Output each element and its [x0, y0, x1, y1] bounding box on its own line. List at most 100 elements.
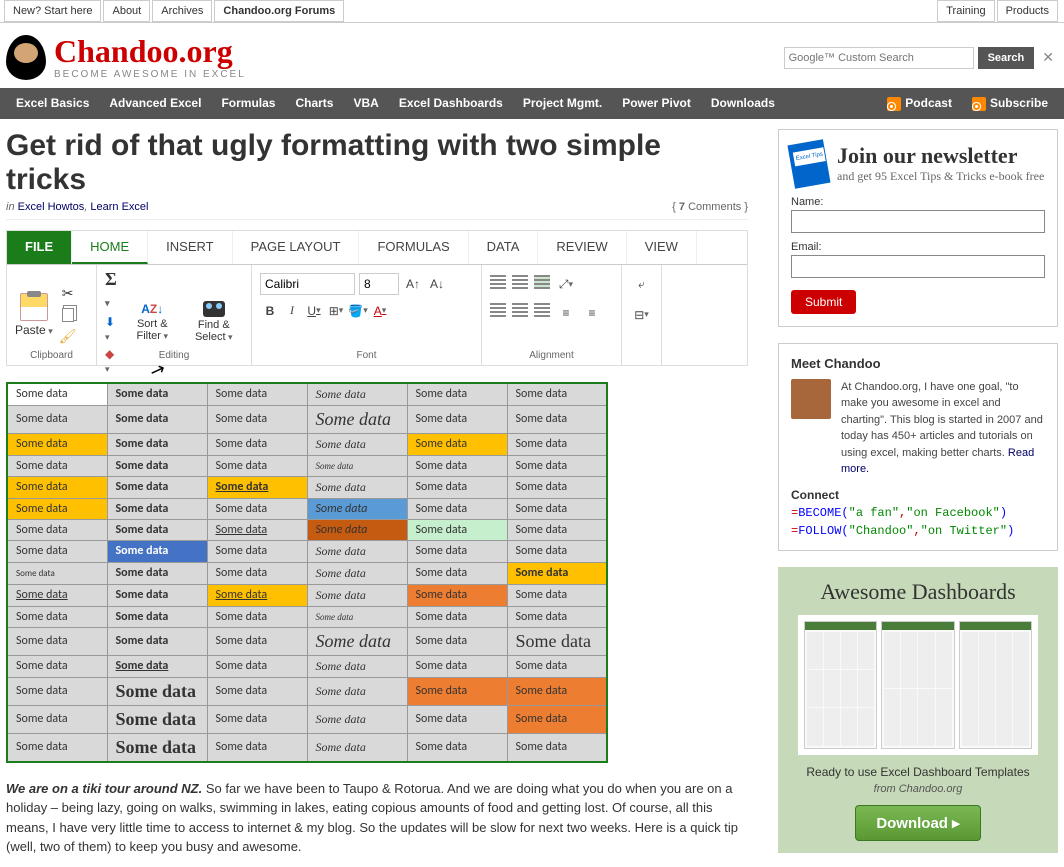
topnav-archives[interactable]: Archives [152, 0, 212, 22]
ribbon-tab-data[interactable]: DATA [469, 231, 539, 264]
dashboards-widget: Awesome Dashboards Ready to use Excel Da… [778, 567, 1058, 853]
search-input[interactable] [784, 47, 974, 69]
meet-chandoo-widget: Meet Chandoo At Chandoo.org, I have one … [778, 343, 1058, 551]
dash-title: Awesome Dashboards [788, 579, 1048, 605]
cat-howtos[interactable]: Excel Howtos [18, 201, 85, 213]
nav-dashboards[interactable]: Excel Dashboards [389, 88, 513, 119]
header: Chandoo.org BECOME AWESOME IN EXCEL Sear… [0, 23, 1064, 88]
indent-decrease-icon[interactable]: ≡ [556, 303, 576, 323]
logo-area[interactable]: Chandoo.org BECOME AWESOME IN EXCEL [6, 35, 246, 80]
nav-charts[interactable]: Charts [285, 88, 343, 119]
nav-formulas[interactable]: Formulas [211, 88, 285, 119]
twitter-link[interactable]: =FOLLOW("Chandoo","on Twitter") [791, 524, 1045, 538]
autosum-icon[interactable]: Σ [105, 269, 120, 311]
underline-button[interactable]: U [304, 301, 324, 321]
dash-preview [798, 615, 1038, 755]
podcast-icon [887, 97, 901, 111]
grid-cell[interactable]: Some data [7, 383, 107, 406]
font-label: Font [252, 348, 481, 363]
ribbon-tabs: FILE HOME INSERT PAGE LAYOUT FORMULAS DA… [7, 231, 747, 265]
align-center-icon[interactable] [512, 303, 528, 317]
italic-button[interactable]: I [282, 301, 302, 321]
excel-grid[interactable]: Some dataSome dataSome dataSome dataSome… [6, 382, 608, 763]
ribbon-tab-view[interactable]: VIEW [627, 231, 697, 264]
book-icon [787, 139, 830, 189]
nav-subscribe[interactable]: Subscribe [962, 88, 1058, 119]
find-select-button[interactable]: Find & Select [185, 319, 243, 343]
ribbon-tab-insert[interactable]: INSERT [148, 231, 232, 264]
topnav-forums[interactable]: Chandoo.org Forums [214, 0, 344, 22]
facebook-link[interactable]: =BECOME("a fan","on Facebook") [791, 506, 1045, 520]
paste-icon[interactable] [20, 293, 48, 321]
meet-title: Meet Chandoo [791, 356, 1045, 371]
dash-sub: Ready to use Excel Dashboard Templates [788, 765, 1048, 779]
copy-icon[interactable] [62, 308, 74, 322]
align-middle-icon[interactable] [512, 275, 528, 289]
connect-label: Connect [791, 488, 1045, 502]
logo-image [6, 35, 46, 80]
nav-advanced-excel[interactable]: Advanced Excel [99, 88, 211, 119]
decrease-font-icon[interactable]: A↓ [427, 274, 447, 294]
cut-icon[interactable]: ✂ [62, 285, 74, 302]
border-button[interactable]: ⊞ [326, 301, 346, 321]
format-painter-icon[interactable]: 🖌 [59, 328, 77, 345]
comment-count[interactable]: { 7 Comments } [672, 201, 748, 213]
ribbon-tab-home[interactable]: HOME [72, 231, 148, 264]
align-left-icon[interactable] [490, 303, 506, 317]
topbar-left: New? Start here About Archives Chandoo.o… [4, 0, 346, 22]
nav-project-mgmt[interactable]: Project Mgmt. [513, 88, 612, 119]
mainnav: Excel Basics Advanced Excel Formulas Cha… [0, 88, 1064, 119]
ribbon-tab-pagelayout[interactable]: PAGE LAYOUT [233, 231, 360, 264]
nav-podcast[interactable]: Podcast [877, 88, 962, 119]
sort-filter-button[interactable]: Sort & Filter [126, 318, 179, 342]
wrap-text-icon[interactable]: ⤶ [632, 275, 652, 295]
nav-power-pivot[interactable]: Power Pivot [612, 88, 701, 119]
merge-icon[interactable]: ⊟ [632, 305, 652, 325]
name-input[interactable] [791, 210, 1045, 233]
increase-font-icon[interactable]: A↑ [403, 274, 423, 294]
submit-button[interactable]: Submit [791, 290, 856, 314]
ribbon-tab-file[interactable]: FILE [7, 231, 72, 264]
align-right-icon[interactable] [534, 303, 550, 317]
nav-downloads[interactable]: Downloads [701, 88, 785, 119]
editing-label: Editing [97, 348, 251, 363]
nav-vba[interactable]: VBA [343, 88, 388, 119]
topbar-right: Training Products [937, 0, 1060, 22]
newsletter-widget: Join our newsletter and get 95 Excel Tip… [778, 129, 1058, 327]
font-name-select[interactable] [260, 273, 355, 295]
post-title: Get rid of that ugly formatting with two… [6, 129, 748, 197]
fill-icon[interactable]: ⬇ [105, 315, 120, 343]
topnav-training[interactable]: Training [937, 0, 994, 22]
nav-excel-basics[interactable]: Excel Basics [6, 88, 99, 119]
fill-color-button[interactable]: 🪣 [348, 301, 368, 321]
topnav-products[interactable]: Products [997, 0, 1058, 22]
search-area: Search ✕ [784, 45, 1058, 70]
topnav-start[interactable]: New? Start here [4, 0, 101, 22]
post-categories: in Excel Howtos, Learn Excel [6, 201, 148, 213]
download-button[interactable]: Download ▸ [855, 805, 980, 841]
orientation-icon[interactable]: ⤢ [556, 275, 576, 295]
email-input[interactable] [791, 255, 1045, 278]
ribbon-tab-review[interactable]: REVIEW [538, 231, 626, 264]
dash-from: from Chandoo.org [788, 783, 1048, 795]
indent-increase-icon[interactable]: ≡ [582, 303, 602, 323]
clipboard-label: Clipboard [7, 348, 96, 363]
email-label: Email: [791, 241, 1045, 253]
ribbon-tab-formulas[interactable]: FORMULAS [359, 231, 468, 264]
topnav-about[interactable]: About [103, 0, 150, 22]
align-bottom-icon[interactable] [534, 275, 550, 289]
rss-icon [972, 97, 986, 111]
sort-icon[interactable]: AZ↓ [141, 302, 163, 316]
find-icon[interactable] [203, 301, 225, 317]
newsletter-title: Join our newsletter [837, 143, 1044, 169]
topbar: New? Start here About Archives Chandoo.o… [0, 0, 1064, 23]
search-button[interactable]: Search [978, 47, 1035, 69]
search-close-icon[interactable]: ✕ [1038, 45, 1058, 70]
cat-learn[interactable]: Learn Excel [90, 201, 148, 213]
font-size-select[interactable] [359, 273, 399, 295]
align-top-icon[interactable] [490, 275, 506, 289]
font-color-button[interactable]: A [370, 301, 390, 321]
newsletter-sub: and get 95 Excel Tips & Tricks e-book fr… [837, 169, 1044, 184]
bold-button[interactable]: B [260, 301, 280, 321]
paste-button[interactable]: Paste [15, 323, 53, 337]
